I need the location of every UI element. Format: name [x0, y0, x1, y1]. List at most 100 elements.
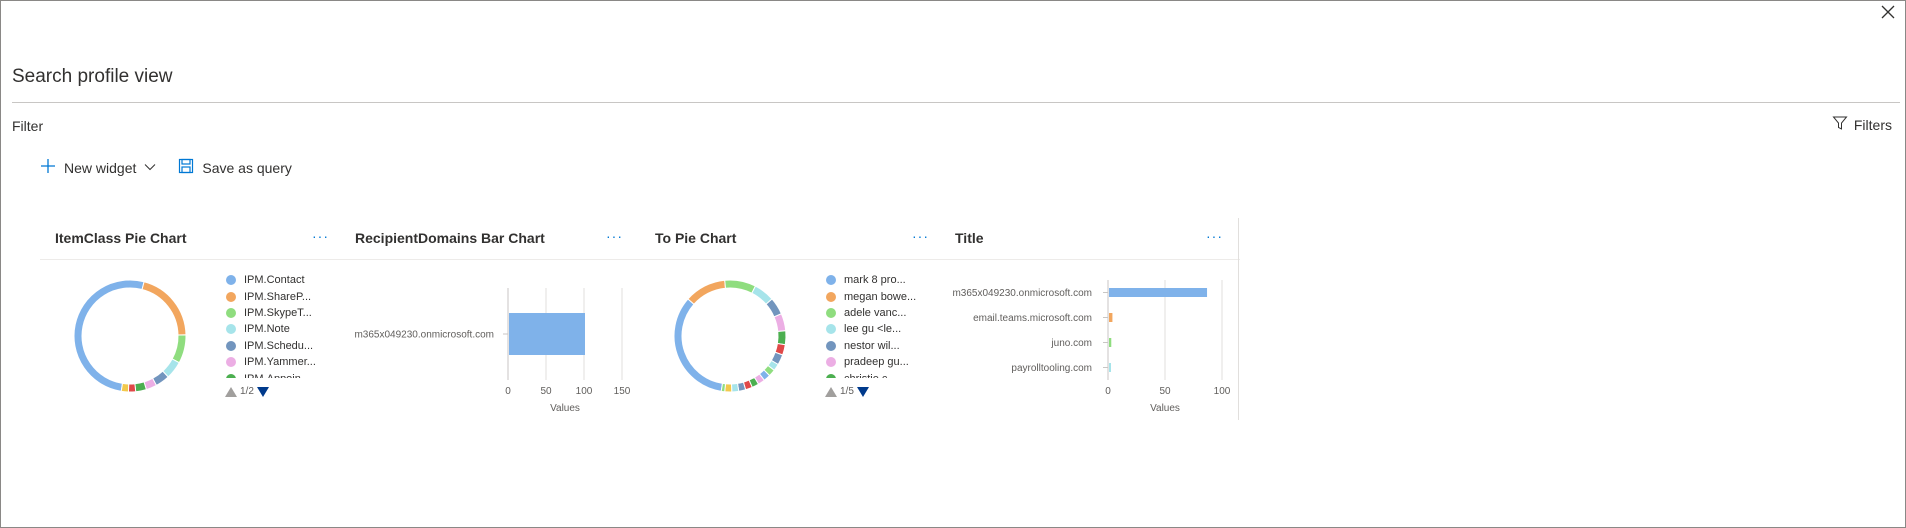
x-axis-label: Values	[1150, 403, 1180, 414]
bar[interactable]	[1109, 288, 1208, 297]
x-tick-label: 50	[1159, 386, 1171, 397]
pie-slice-extra-18[interactable]	[720, 382, 727, 393]
save-as-query-label: Save as query	[202, 159, 292, 176]
page-title: Search profile view	[12, 66, 173, 87]
legend-label: nestor wil...	[844, 339, 900, 352]
legend-page-down-icon[interactable]	[256, 386, 269, 397]
legend-label: mark 8 pro...	[844, 274, 906, 287]
bar[interactable]	[1109, 313, 1113, 322]
filters-button[interactable]: Filters	[1832, 115, 1892, 134]
widget-title: RecipientDomains Bar Chart	[355, 230, 545, 246]
pie-slice-extra-8[interactable]	[120, 382, 130, 393]
pie-slice-extra-16[interactable]	[730, 382, 740, 393]
legend-item[interactable]: IPM.Yammer...	[226, 354, 326, 370]
legend-label: adele vanc...	[844, 306, 907, 319]
x-tick-label: 100	[1214, 386, 1231, 397]
widget-title: To Pie Chart	[655, 230, 737, 246]
legend-swatch	[826, 373, 836, 378]
legend-swatch	[826, 275, 836, 286]
new-widget-label: New widget	[64, 159, 137, 176]
legend-swatch	[226, 373, 236, 378]
legend-label: IPM.Yammer...	[244, 356, 316, 369]
x-tick-label: 100	[576, 386, 593, 397]
legend-page-up-icon[interactable]	[225, 386, 237, 397]
widget-more-button[interactable]: ···	[312, 228, 329, 244]
pie-slice-5[interactable]	[773, 313, 787, 333]
widget-area: ItemClass Pie Chart ··· IPM.Contact IPM.S…	[40, 218, 1240, 418]
widget-more-button[interactable]: ···	[912, 228, 929, 244]
legend-item[interactable]: christie c...	[826, 370, 926, 378]
legend-swatch	[226, 275, 236, 286]
legend-item[interactable]: IPM.Note	[226, 321, 326, 337]
itemclass-pie-chart	[73, 279, 187, 393]
chevron-down-icon	[144, 160, 156, 176]
legend-item[interactable]: adele vanc...	[826, 305, 926, 321]
widget-more-button[interactable]: ···	[606, 228, 623, 244]
x-tick-label: 0	[505, 386, 511, 397]
legend-item[interactable]: IPM.ShareP...	[226, 288, 326, 304]
legend-label: IPM.Note	[244, 323, 290, 336]
legend-label: megan bowe...	[844, 290, 917, 303]
legend-page-up-icon[interactable]	[825, 386, 837, 397]
legend-item[interactable]: IPM.Schedu...	[226, 338, 326, 354]
legend-item[interactable]: mark 8 pro...	[826, 272, 926, 288]
legend-item[interactable]: IPM.Contact	[226, 272, 326, 288]
legend-label: IPM.ShareP...	[244, 290, 312, 303]
to-legend: mark 8 pro... megan bowe... adele vanc... l…	[826, 272, 926, 378]
legend-swatch	[226, 307, 236, 318]
widget-recipientdomains-bar: RecipientDomains Bar Chart ··· 0 50 100 150…	[340, 218, 640, 418]
y-tick-label: payrolltooling.com	[1011, 363, 1092, 374]
bar[interactable]	[1109, 363, 1111, 372]
pie-slice-0[interactable]	[73, 279, 145, 392]
legend-label: lee gu <le...	[844, 323, 902, 336]
legend-page-count: 1/2	[240, 386, 254, 397]
filter-label: Filter	[12, 118, 44, 134]
legend-swatch	[226, 357, 236, 368]
legend-item[interactable]: lee gu <le...	[826, 321, 926, 337]
legend-item[interactable]: megan bowe...	[826, 288, 926, 304]
widget-to-pie: To Pie Chart ··· mark 8 pro... megan bowe…	[640, 218, 940, 418]
recipientdomains-bar-chart: 0 50 100 150 m365x049230.onmicrosoft.com Valu…	[354, 288, 631, 414]
pie-slice-0[interactable]	[673, 298, 724, 392]
x-tick-label: 50	[540, 386, 552, 397]
y-tick-label: m365x049230.onmicrosoft.com	[952, 288, 1092, 299]
plus-icon	[40, 158, 56, 177]
pie-slice-extra-7[interactable]	[127, 383, 137, 393]
legend-item[interactable]: IPM.Appoin...	[226, 370, 326, 378]
close-icon[interactable]	[1878, 2, 1898, 22]
bar[interactable]	[509, 313, 585, 355]
new-widget-button[interactable]: New widget	[40, 158, 156, 177]
pie-slice-1[interactable]	[141, 281, 187, 336]
legend-item[interactable]: nestor wil...	[826, 338, 926, 354]
legend-label: IPM.Contact	[244, 274, 305, 287]
legend-label: IPM.SkypeT...	[244, 306, 312, 319]
pie-slice-1[interactable]	[687, 279, 727, 305]
legend-label: pradeep gu...	[844, 356, 909, 369]
legend-item[interactable]: IPM.SkypeT...	[226, 305, 326, 321]
legend-swatch	[826, 324, 836, 335]
pie-slice-6[interactable]	[776, 330, 787, 346]
legend-swatch	[826, 340, 836, 351]
bar[interactable]	[1109, 338, 1112, 347]
itemclass-legend-pager: 1/2	[225, 386, 269, 397]
legend-swatch	[826, 307, 836, 318]
widget-title: ItemClass Pie Chart	[55, 230, 187, 246]
funnel-icon	[1832, 115, 1848, 134]
legend-page-down-icon[interactable]	[856, 386, 869, 397]
legend-swatch	[826, 291, 836, 302]
pie-slice-2[interactable]	[171, 334, 187, 364]
widget-title-bar: Title ··· 0 50 100 m365x049230.onmicrosoft.…	[940, 218, 1240, 418]
y-tick-label: juno.com	[1050, 338, 1092, 349]
x-tick-label: 0	[1105, 386, 1111, 397]
pie-slice-2[interactable]	[724, 279, 757, 294]
x-axis-label: Values	[550, 403, 580, 414]
to-pie-chart	[673, 279, 787, 393]
legend-page-count: 1/5	[840, 386, 854, 397]
pie-slice-6[interactable]	[134, 381, 147, 393]
widget-more-button[interactable]: ···	[1206, 228, 1223, 244]
legend-label: christie c...	[844, 373, 897, 378]
save-as-query-button[interactable]: Save as query	[178, 158, 292, 177]
legend-swatch	[226, 324, 236, 335]
legend-item[interactable]: pradeep gu...	[826, 354, 926, 370]
legend-label: IPM.Appoin...	[244, 373, 310, 378]
